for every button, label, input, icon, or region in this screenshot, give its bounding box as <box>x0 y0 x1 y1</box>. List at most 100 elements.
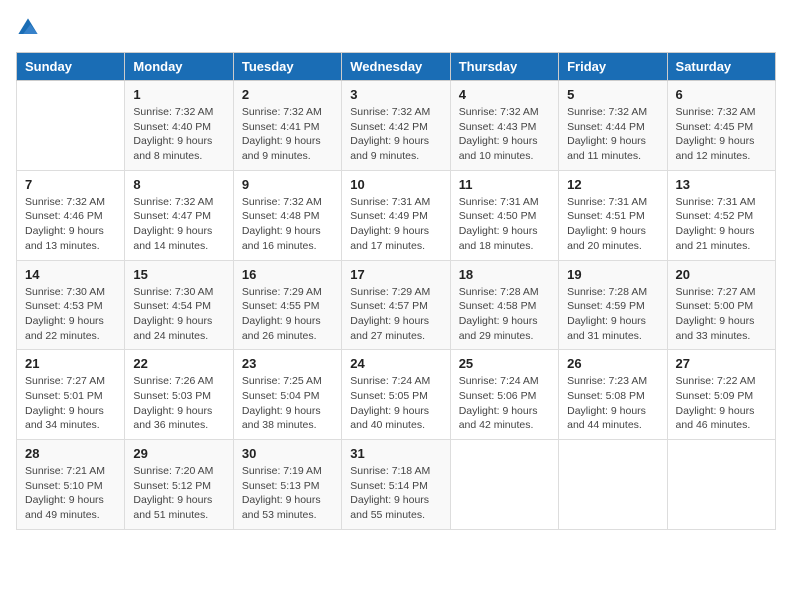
day-info: Sunrise: 7:29 AM Sunset: 4:55 PM Dayligh… <box>242 285 333 344</box>
weekday-header-monday: Monday <box>125 53 233 81</box>
week-row-1: 1Sunrise: 7:32 AM Sunset: 4:40 PM Daylig… <box>17 81 776 171</box>
calendar-cell <box>17 81 125 171</box>
calendar-cell: 18 Sunrise: 7:28 AM Sunset: 4:58 PM Dayli… <box>450 260 558 350</box>
day-info: Sunrise: 7:29 AM Sunset: 4:57 PM Dayligh… <box>350 285 441 344</box>
day-info: Sunrise: 7:20 AM Sunset: 5:12 PM Dayligh… <box>133 464 224 523</box>
week-row-4: 21 Sunrise: 7:27 AM Sunset: 5:01 PM Dayli… <box>17 350 776 440</box>
calendar-cell: 3 Sunrise: 7:32 AM Sunset: 4:42 PM Daylig… <box>342 81 450 171</box>
calendar-table: SundayMondayTuesdayWednesdayThursdayFrid… <box>16 52 776 530</box>
day-number: 21 <box>25 356 116 371</box>
calendar-cell: 10Sunrise: 7:31 AM Sunset: 4:49 PM Dayli… <box>342 170 450 260</box>
day-number: 30 <box>242 446 333 461</box>
calendar-cell: 2 Sunrise: 7:32 AM Sunset: 4:41 PM Daylig… <box>233 81 341 171</box>
day-number: 29 <box>133 446 224 461</box>
day-number: 20 <box>676 267 767 282</box>
week-row-3: 14 Sunrise: 7:30 AM Sunset: 4:53 PM Dayli… <box>17 260 776 350</box>
day-number: 16 <box>242 267 333 282</box>
day-number: 27 <box>676 356 767 371</box>
day-number: 3 <box>350 87 441 102</box>
calendar-cell: 30 Sunrise: 7:19 AM Sunset: 5:13 PM Dayli… <box>233 440 341 530</box>
day-info: Sunrise: 7:22 AM Sunset: 5:09 PM Dayligh… <box>676 374 767 433</box>
day-info: Sunrise: 7:32 AM Sunset: 4:45 PM Dayligh… <box>676 105 767 164</box>
day-number: 15 <box>133 267 224 282</box>
day-info: Sunrise: 7:24 AM Sunset: 5:05 PM Dayligh… <box>350 374 441 433</box>
day-info: Sunrise: 7:25 AM Sunset: 5:04 PM Dayligh… <box>242 374 333 433</box>
day-info: Sunrise: 7:31 AM Sunset: 4:52 PM Dayligh… <box>676 195 767 254</box>
calendar-cell: 31Sunrise: 7:18 AM Sunset: 5:14 PM Dayli… <box>342 440 450 530</box>
day-number: 22 <box>133 356 224 371</box>
calendar-cell: 28Sunrise: 7:21 AM Sunset: 5:10 PM Dayli… <box>17 440 125 530</box>
day-number: 13 <box>676 177 767 192</box>
weekday-header-thursday: Thursday <box>450 53 558 81</box>
day-info: Sunrise: 7:19 AM Sunset: 5:13 PM Dayligh… <box>242 464 333 523</box>
calendar-cell <box>667 440 775 530</box>
day-info: Sunrise: 7:32 AM Sunset: 4:41 PM Dayligh… <box>242 105 333 164</box>
day-number: 6 <box>676 87 767 102</box>
day-number: 5 <box>567 87 658 102</box>
day-info: Sunrise: 7:32 AM Sunset: 4:44 PM Dayligh… <box>567 105 658 164</box>
day-info: Sunrise: 7:30 AM Sunset: 4:53 PM Dayligh… <box>25 285 116 344</box>
day-number: 10 <box>350 177 441 192</box>
day-info: Sunrise: 7:26 AM Sunset: 5:03 PM Dayligh… <box>133 374 224 433</box>
day-info: Sunrise: 7:32 AM Sunset: 4:46 PM Dayligh… <box>25 195 116 254</box>
week-row-5: 28Sunrise: 7:21 AM Sunset: 5:10 PM Dayli… <box>17 440 776 530</box>
calendar-cell: 27 Sunrise: 7:22 AM Sunset: 5:09 PM Dayli… <box>667 350 775 440</box>
day-number: 4 <box>459 87 550 102</box>
day-info: Sunrise: 7:27 AM Sunset: 5:01 PM Dayligh… <box>25 374 116 433</box>
calendar-cell: 24 Sunrise: 7:24 AM Sunset: 5:05 PM Dayli… <box>342 350 450 440</box>
day-info: Sunrise: 7:18 AM Sunset: 5:14 PM Dayligh… <box>350 464 441 523</box>
day-number: 18 <box>459 267 550 282</box>
day-info: Sunrise: 7:32 AM Sunset: 4:43 PM Dayligh… <box>459 105 550 164</box>
day-number: 28 <box>25 446 116 461</box>
calendar-cell: 21 Sunrise: 7:27 AM Sunset: 5:01 PM Dayli… <box>17 350 125 440</box>
logo-icon <box>16 16 40 40</box>
calendar-cell <box>559 440 667 530</box>
weekday-header-row: SundayMondayTuesdayWednesdayThursdayFrid… <box>17 53 776 81</box>
day-info: Sunrise: 7:27 AM Sunset: 5:00 PM Dayligh… <box>676 285 767 344</box>
calendar-cell: 26 Sunrise: 7:23 AM Sunset: 5:08 PM Dayli… <box>559 350 667 440</box>
day-number: 23 <box>242 356 333 371</box>
day-number: 7 <box>25 177 116 192</box>
calendar-cell: 17 Sunrise: 7:29 AM Sunset: 4:57 PM Dayli… <box>342 260 450 350</box>
calendar-cell: 7 Sunrise: 7:32 AM Sunset: 4:46 PM Daylig… <box>17 170 125 260</box>
calendar-cell: 22 Sunrise: 7:26 AM Sunset: 5:03 PM Dayli… <box>125 350 233 440</box>
calendar-cell: 20 Sunrise: 7:27 AM Sunset: 5:00 PM Dayli… <box>667 260 775 350</box>
calendar-cell: 16 Sunrise: 7:29 AM Sunset: 4:55 PM Dayli… <box>233 260 341 350</box>
day-number: 14 <box>25 267 116 282</box>
day-info: Sunrise: 7:30 AM Sunset: 4:54 PM Dayligh… <box>133 285 224 344</box>
day-info: Sunrise: 7:32 AM Sunset: 4:47 PM Dayligh… <box>133 195 224 254</box>
calendar-cell: 29 Sunrise: 7:20 AM Sunset: 5:12 PM Dayli… <box>125 440 233 530</box>
calendar-cell: 23 Sunrise: 7:25 AM Sunset: 5:04 PM Dayli… <box>233 350 341 440</box>
calendar-cell: 4 Sunrise: 7:32 AM Sunset: 4:43 PM Daylig… <box>450 81 558 171</box>
weekday-header-friday: Friday <box>559 53 667 81</box>
day-info: Sunrise: 7:23 AM Sunset: 5:08 PM Dayligh… <box>567 374 658 433</box>
page-header <box>16 16 776 40</box>
calendar-cell <box>450 440 558 530</box>
day-info: Sunrise: 7:31 AM Sunset: 4:50 PM Dayligh… <box>459 195 550 254</box>
day-info: Sunrise: 7:32 AM Sunset: 4:40 PM Dayligh… <box>133 105 224 164</box>
calendar-cell: 11 Sunrise: 7:31 AM Sunset: 4:50 PM Dayli… <box>450 170 558 260</box>
day-number: 25 <box>459 356 550 371</box>
day-info: Sunrise: 7:24 AM Sunset: 5:06 PM Dayligh… <box>459 374 550 433</box>
calendar-cell: 14 Sunrise: 7:30 AM Sunset: 4:53 PM Dayli… <box>17 260 125 350</box>
day-number: 17 <box>350 267 441 282</box>
calendar-cell: 9 Sunrise: 7:32 AM Sunset: 4:48 PM Daylig… <box>233 170 341 260</box>
day-number: 12 <box>567 177 658 192</box>
calendar-cell: 8 Sunrise: 7:32 AM Sunset: 4:47 PM Daylig… <box>125 170 233 260</box>
day-number: 9 <box>242 177 333 192</box>
calendar-cell: 12 Sunrise: 7:31 AM Sunset: 4:51 PM Dayli… <box>559 170 667 260</box>
day-number: 19 <box>567 267 658 282</box>
day-info: Sunrise: 7:31 AM Sunset: 4:51 PM Dayligh… <box>567 195 658 254</box>
day-number: 26 <box>567 356 658 371</box>
week-row-2: 7 Sunrise: 7:32 AM Sunset: 4:46 PM Daylig… <box>17 170 776 260</box>
day-number: 8 <box>133 177 224 192</box>
day-number: 11 <box>459 177 550 192</box>
day-info: Sunrise: 7:28 AM Sunset: 4:58 PM Dayligh… <box>459 285 550 344</box>
weekday-header-wednesday: Wednesday <box>342 53 450 81</box>
day-info: Sunrise: 7:32 AM Sunset: 4:48 PM Dayligh… <box>242 195 333 254</box>
day-info: Sunrise: 7:32 AM Sunset: 4:42 PM Dayligh… <box>350 105 441 164</box>
day-number: 24 <box>350 356 441 371</box>
weekday-header-tuesday: Tuesday <box>233 53 341 81</box>
day-info: Sunrise: 7:28 AM Sunset: 4:59 PM Dayligh… <box>567 285 658 344</box>
day-number: 2 <box>242 87 333 102</box>
